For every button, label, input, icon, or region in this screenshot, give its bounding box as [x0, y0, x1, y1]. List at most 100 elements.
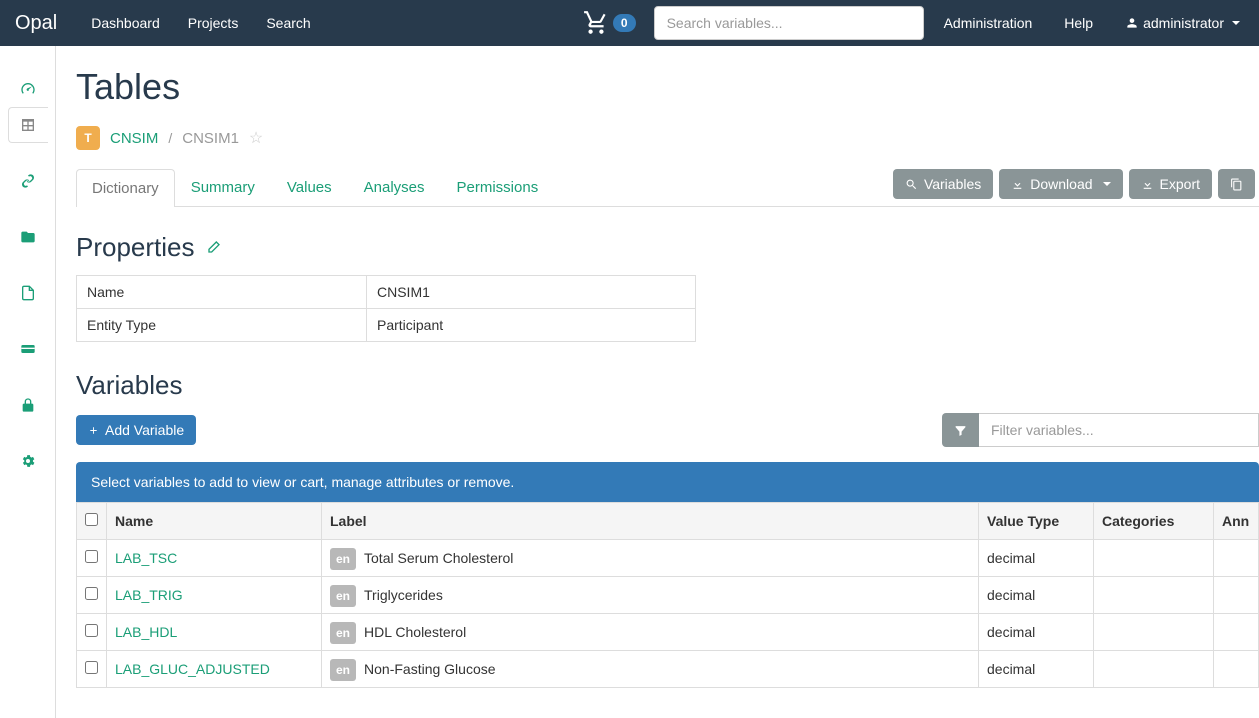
tab-analyses[interactable]: Analyses [348, 168, 441, 206]
edit-icon[interactable] [205, 240, 221, 256]
property-row: Entity Type Participant [77, 309, 696, 342]
column-annotations[interactable]: Ann [1214, 503, 1259, 540]
sidebar-dashboard[interactable] [8, 71, 48, 107]
export-button[interactable]: Export [1129, 169, 1212, 199]
folder-icon [20, 229, 36, 245]
variables-search-button[interactable]: Variables [893, 169, 993, 199]
row-checkbox[interactable] [85, 661, 98, 674]
variable-annotations [1214, 540, 1259, 577]
bookmark-star-icon[interactable]: ☆ [249, 128, 263, 148]
column-label[interactable]: Label [322, 503, 979, 540]
nav-projects[interactable]: Projects [174, 1, 253, 45]
caret-down-icon [1103, 182, 1111, 186]
property-key: Name [77, 276, 367, 309]
variable-value-type: decimal [979, 651, 1094, 688]
download-button[interactable]: Download [999, 169, 1122, 199]
cart-icon [583, 10, 609, 36]
download-btn-label: Download [1030, 176, 1092, 192]
variables-btn-label: Variables [924, 176, 981, 192]
row-checkbox[interactable] [85, 587, 98, 600]
cart-button[interactable]: 0 [573, 10, 646, 36]
lang-badge: en [330, 585, 356, 607]
sidebar-tables[interactable] [8, 107, 48, 143]
select-all-checkbox[interactable] [85, 513, 98, 526]
variable-label: Total Serum Cholesterol [364, 550, 513, 566]
variable-value-type: decimal [979, 540, 1094, 577]
variable-annotations [1214, 614, 1259, 651]
add-variable-label: Add Variable [105, 422, 184, 438]
variables-table: Name Label Value Type Categories Ann LAB… [76, 502, 1259, 688]
lock-icon [20, 397, 36, 413]
property-key: Entity Type [77, 309, 367, 342]
tab-permissions[interactable]: Permissions [441, 168, 555, 206]
table-row: LAB_TRIG en Triglycerides decimal [77, 577, 1259, 614]
variable-name-link[interactable]: LAB_TSC [115, 550, 177, 566]
variable-label: Non-Fasting Glucose [364, 661, 496, 677]
nav-administration[interactable]: Administration [932, 15, 1045, 31]
variable-name-link[interactable]: LAB_TRIG [115, 587, 183, 603]
breadcrumb-current: CNSIM1 [182, 130, 239, 147]
user-name: administrator [1143, 15, 1224, 31]
variable-categories [1094, 540, 1214, 577]
table-row: LAB_HDLenHDL Cholesteroldecimal [77, 614, 1259, 651]
link-icon [20, 173, 36, 189]
copy-icon [1230, 178, 1243, 191]
sidebar-settings[interactable] [8, 443, 48, 479]
properties-title: Properties [76, 232, 195, 263]
nav-help[interactable]: Help [1052, 15, 1105, 31]
property-value: CNSIM1 [367, 276, 696, 309]
search-input[interactable] [654, 6, 924, 40]
nav-search[interactable]: Search [252, 1, 324, 45]
brand-logo[interactable]: Opal [15, 12, 57, 35]
download-icon [1011, 178, 1024, 191]
cart-count-badge: 0 [613, 14, 636, 32]
property-value: Participant [367, 309, 696, 342]
tab-dictionary[interactable]: Dictionary [76, 169, 175, 207]
variable-categories [1094, 614, 1214, 651]
variables-title: Variables [76, 370, 1259, 401]
sidebar-card[interactable] [8, 331, 48, 367]
variable-annotations [1214, 577, 1259, 614]
variable-value-type: decimal [979, 614, 1094, 651]
column-value-type[interactable]: Value Type [979, 503, 1094, 540]
sidebar-lock[interactable] [8, 387, 48, 423]
filter-icon [954, 424, 967, 437]
properties-table: Name CNSIM1 Entity Type Participant [76, 275, 696, 342]
variable-annotations [1214, 651, 1259, 688]
sidebar-files[interactable] [8, 219, 48, 255]
variable-value-type: decimal [979, 577, 1094, 614]
tab-summary[interactable]: Summary [175, 168, 271, 206]
property-row: Name CNSIM1 [77, 276, 696, 309]
export-icon [1141, 178, 1154, 191]
breadcrumb-project-link[interactable]: CNSIM [110, 130, 158, 147]
variable-label: Triglycerides [364, 587, 443, 603]
card-icon [20, 341, 36, 357]
filter-button[interactable] [942, 413, 979, 447]
row-checkbox[interactable] [85, 550, 98, 563]
lang-badge: en [330, 659, 356, 681]
export-btn-label: Export [1160, 176, 1200, 192]
lang-badge: en [330, 548, 356, 570]
variable-categories [1094, 651, 1214, 688]
add-variable-button[interactable]: Add Variable [76, 415, 196, 445]
user-menu[interactable]: administrator [1113, 15, 1244, 31]
copy-button[interactable] [1218, 169, 1255, 199]
gauge-icon [20, 81, 36, 97]
sidebar-document[interactable] [8, 275, 48, 311]
breadcrumb-separator: / [168, 130, 172, 146]
variable-name-link[interactable]: LAB_HDL [115, 624, 177, 640]
table-row: LAB_TSC en Total Serum Cholesterol decimal [77, 540, 1259, 577]
row-checkbox[interactable] [85, 624, 98, 637]
variable-name-link[interactable]: LAB_GLUC_ADJUSTED [115, 661, 270, 677]
filter-input[interactable] [979, 413, 1259, 447]
search-icon [905, 178, 918, 191]
tab-values[interactable]: Values [271, 168, 348, 206]
column-categories[interactable]: Categories [1094, 503, 1214, 540]
page-title: Tables [76, 66, 1259, 108]
user-icon [1125, 16, 1139, 30]
column-name[interactable]: Name [107, 503, 322, 540]
sidebar-link[interactable] [8, 163, 48, 199]
lang-badge: en [330, 622, 356, 644]
nav-dashboard[interactable]: Dashboard [77, 1, 174, 45]
breadcrumb: T CNSIM / CNSIM1 ☆ [76, 126, 1259, 150]
